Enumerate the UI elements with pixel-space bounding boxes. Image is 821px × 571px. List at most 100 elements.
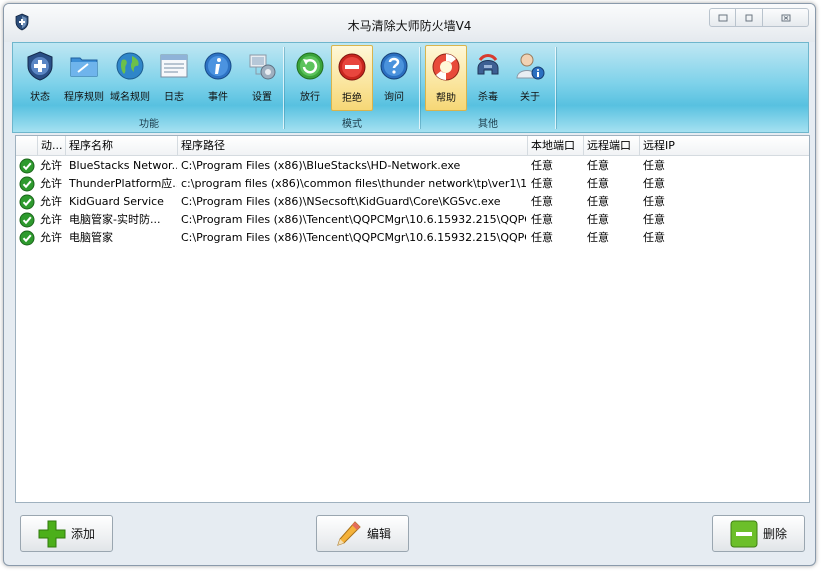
green-arrow-icon: [296, 52, 324, 80]
tool-deny[interactable]: 拒绝: [331, 45, 373, 111]
add-button[interactable]: 添加: [20, 515, 113, 552]
cell-path: c:\program files (x86)\common files\thun…: [181, 177, 526, 190]
table-header: 动... 程序名称 程序路径 本地端口 远程端口 远程IP: [16, 136, 809, 156]
cell-name: 电脑管家-实时防...: [69, 213, 161, 226]
cell-local-port: 任意: [531, 159, 553, 172]
group-divider: [283, 47, 284, 129]
group-function: 状态 程序规则 域名规则 日志 事件 设置 功能: [17, 43, 281, 132]
group-label: 功能: [139, 119, 159, 130]
close-button[interactable]: [763, 8, 809, 27]
cell-name: ThunderPlatform应...: [69, 177, 177, 190]
ribbon-toolbar: 状态 程序规则 域名规则 日志 事件 设置 功能 放行 拒绝 询问 模式 帮助 …: [12, 42, 809, 133]
group-divider: [419, 47, 420, 129]
cell-path: C:\Program Files (x86)\Tencent\QQPCMgr\1…: [181, 231, 526, 244]
allow-check-icon: [19, 176, 35, 192]
cell-local-port: 任意: [531, 177, 553, 190]
cell-remote-port: 任意: [587, 195, 609, 208]
red-stop-icon: [338, 53, 366, 81]
cell-path: C:\Program Files (x86)\Tencent\QQPCMgr\1…: [181, 213, 526, 226]
log-window-icon: [160, 54, 188, 78]
tool-label: 事件: [208, 92, 228, 103]
column-header-local-port[interactable]: 本地端口: [528, 136, 584, 156]
bottom-bar: 添加 编辑 删除: [12, 504, 809, 560]
cell-name: KidGuard Service: [69, 195, 164, 208]
tool-allow[interactable]: 放行: [289, 45, 331, 111]
helmet-icon: [477, 54, 499, 75]
tool-log[interactable]: 日志: [153, 45, 195, 111]
tool-program-rules[interactable]: 程序规则: [63, 45, 105, 111]
cell-action: 允许: [40, 213, 62, 226]
cell-remote-ip: 任意: [643, 213, 665, 226]
delete-button[interactable]: 删除: [712, 515, 805, 552]
cell-remote-port: 任意: [587, 213, 609, 226]
cell-remote-ip: 任意: [643, 195, 665, 208]
close-icon: [781, 14, 790, 21]
pencil-icon: [337, 520, 361, 546]
cell-remote-port: 任意: [587, 159, 609, 172]
shield-icon: [27, 51, 53, 81]
column-header-remote-port[interactable]: 远程端口: [584, 136, 640, 156]
edit-button[interactable]: 编辑: [316, 515, 409, 552]
tool-events[interactable]: 事件: [197, 45, 239, 111]
tool-label: 拒绝: [342, 93, 362, 104]
window-title: 木马清除大师防火墙V4: [347, 19, 472, 33]
info-icon: [204, 52, 232, 80]
tool-label: 设置: [252, 92, 272, 103]
cell-remote-ip: 任意: [643, 177, 665, 190]
table-row[interactable]: 允许 电脑管家 C:\Program Files (x86)\Tencent\QQP…: [16, 229, 809, 247]
tool-ask[interactable]: 询问: [373, 45, 415, 111]
column-header-name[interactable]: 程序名称: [66, 136, 178, 156]
allow-check-icon: [19, 158, 35, 174]
delete-button-label: 删除: [763, 527, 788, 541]
tool-label: 放行: [300, 92, 320, 103]
tool-status[interactable]: 状态: [19, 45, 61, 111]
tool-label: 杀毒: [478, 92, 498, 103]
maximize-button[interactable]: [736, 8, 763, 27]
cell-remote-ip: 任意: [643, 231, 665, 244]
tool-about[interactable]: 关于: [509, 45, 551, 111]
group-label: 模式: [342, 119, 362, 130]
column-header-icon[interactable]: [16, 136, 38, 156]
tool-help[interactable]: 帮助: [425, 45, 467, 111]
table-row[interactable]: 允许 ThunderPlatform应... c:\program files (x…: [16, 175, 809, 193]
maximize-icon: [745, 14, 753, 21]
table-row[interactable]: 允许 KidGuard Service C:\Program Files (x86)…: [16, 193, 809, 211]
tool-domain-rules[interactable]: 域名规则: [109, 45, 151, 111]
cell-path: C:\Program Files (x86)\NSecsoft\KidGuard…: [181, 195, 501, 208]
allow-check-icon: [19, 212, 35, 228]
cell-name: BlueStacks Networ...: [69, 159, 177, 172]
globe-icon: [116, 52, 144, 80]
allow-check-icon: [19, 194, 35, 210]
table-row[interactable]: 允许 电脑管家-实时防... C:\Program Files (x86)\Tenc…: [16, 211, 809, 229]
cell-path: C:\Program Files (x86)\BlueStacks\HD-Net…: [181, 159, 461, 172]
window-controls: [709, 8, 809, 27]
title-bar: 木马清除大师防火墙V4: [4, 4, 815, 42]
rules-table[interactable]: 动... 程序名称 程序路径 本地端口 远程端口 远程IP 允许 BlueStac…: [15, 135, 810, 503]
tool-settings[interactable]: 设置: [241, 45, 283, 111]
group-mode: 放行 拒绝 询问 模式: [287, 43, 417, 132]
minimize-button[interactable]: [709, 8, 736, 27]
tool-label: 帮助: [436, 93, 456, 104]
cell-action: 允许: [40, 231, 62, 244]
column-header-remote-ip[interactable]: 远程IP: [640, 136, 810, 156]
user-info-icon: [516, 53, 545, 80]
tool-label: 程序规则: [64, 92, 104, 103]
group-divider: [555, 47, 556, 129]
tool-label: 域名规则: [110, 92, 150, 103]
group-other: 帮助 杀毒 关于 其他: [423, 43, 553, 132]
column-header-path[interactable]: 程序路径: [178, 136, 528, 156]
lifebuoy-icon: [432, 53, 460, 81]
cell-local-port: 任意: [531, 213, 553, 226]
network-settings-icon: [249, 54, 276, 80]
table-row[interactable]: 允许 BlueStacks Networ... C:\Program Files (…: [16, 157, 809, 175]
column-header-action[interactable]: 动...: [38, 136, 66, 156]
cell-remote-port: 任意: [587, 177, 609, 190]
cell-remote-ip: 任意: [643, 159, 665, 172]
cell-action: 允许: [40, 159, 62, 172]
tool-antivirus[interactable]: 杀毒: [467, 45, 509, 111]
allow-check-icon: [19, 230, 35, 246]
cell-local-port: 任意: [531, 195, 553, 208]
app-window: 木马清除大师防火墙V4 状态 程序规则 域名规则 日志 事件 设置 功能 放行 …: [3, 3, 816, 566]
cell-name: 电脑管家: [69, 231, 113, 244]
add-button-label: 添加: [71, 527, 96, 541]
